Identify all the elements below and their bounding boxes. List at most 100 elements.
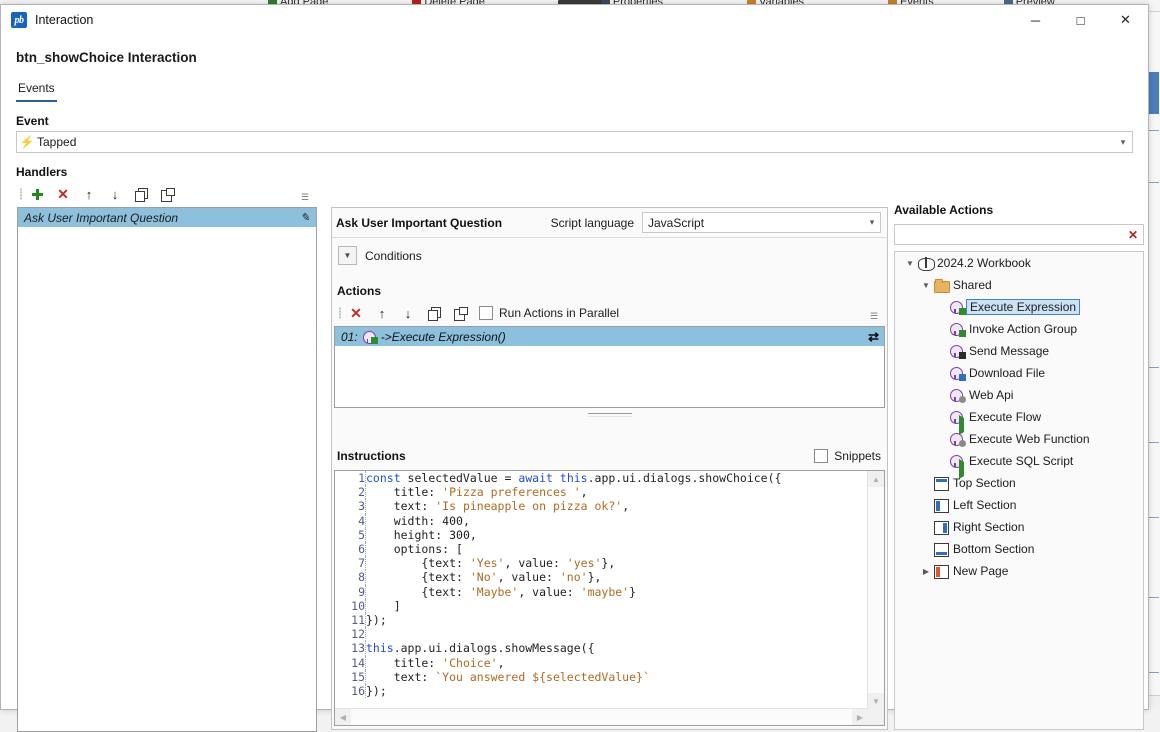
tree-item-execute-expression[interactable]: Execute Expression: [895, 296, 1143, 318]
clear-search-icon[interactable]: ✕: [1123, 228, 1143, 242]
tree-item-shared[interactable]: ▼Shared: [895, 274, 1143, 296]
run-actions-in-parallel-checkbox[interactable]: Run Actions in Parallel: [479, 306, 619, 320]
background-scrollbar-marker: [1148, 517, 1159, 518]
background-scrollbar-marker: [1148, 182, 1159, 183]
event-dropdown[interactable]: ⚡ Tapped ▾: [16, 131, 1133, 153]
actions-toolbar: ✕ ↑ ↓ Run Actions in Parallel: [336, 302, 619, 324]
swap-action-icon[interactable]: ⇄: [868, 329, 879, 345]
move-action-down-button[interactable]: ↓: [395, 302, 421, 324]
move-handler-up-button[interactable]: ↑: [76, 183, 102, 205]
handlers-toolbar-overflow-button[interactable]: ☰: [296, 183, 314, 205]
tree-item-label: Bottom Section: [953, 542, 1034, 556]
code-editor-vertical-scrollbar[interactable]: ▲ ▼: [867, 471, 884, 709]
line-source[interactable]: title: 'Choice',: [366, 656, 782, 670]
background-scrollbar-marker: [1148, 672, 1159, 673]
tree-item-2024-2-workbook[interactable]: ▼2024.2 Workbook: [895, 252, 1143, 274]
plus-icon: [32, 189, 43, 200]
action-list-item[interactable]: 01: ->Execute Expression() ⇄: [335, 327, 884, 346]
tree-item-invoke-action-group[interactable]: Invoke Action Group: [895, 318, 1143, 340]
tree-expander-icon[interactable]: ▶: [919, 567, 933, 576]
pencil-icon[interactable]: ✎: [298, 211, 312, 224]
conditions-expander-icon[interactable]: ▼: [338, 246, 357, 265]
line-number: 13: [335, 641, 366, 655]
code-token: , value:: [518, 585, 580, 599]
code-token: {text:: [366, 556, 470, 570]
handler-detail-header: Ask User Important Question Script langu…: [332, 208, 887, 238]
line-source[interactable]: height: 300,: [366, 528, 782, 542]
conditions-section[interactable]: ▼ Conditions: [338, 246, 422, 265]
line-source[interactable]: {text: 'Maybe', value: 'maybe'}: [366, 585, 782, 599]
tree-item-right-section[interactable]: Right Section: [895, 516, 1143, 538]
line-source[interactable]: text: `You answered ${selectedValue}`: [366, 670, 782, 684]
tab-events[interactable]: Events: [16, 81, 57, 102]
line-source[interactable]: width: 400,: [366, 514, 782, 528]
chevron-down-icon[interactable]: ▾: [1114, 137, 1132, 148]
minimize-button[interactable]: ─: [1013, 5, 1058, 35]
tree-item-execute-sql-script[interactable]: Execute SQL Script: [895, 450, 1143, 472]
move-action-up-button[interactable]: ↑: [369, 302, 395, 324]
code-line: 10 ]: [335, 599, 781, 613]
copy-action-button[interactable]: [421, 302, 447, 324]
line-source[interactable]: [366, 627, 782, 641]
tree-item-top-section[interactable]: Top Section: [895, 472, 1143, 494]
close-button[interactable]: ✕: [1103, 5, 1148, 35]
line-source[interactable]: options: [: [366, 542, 782, 556]
handler-list-item[interactable]: Ask User Important Question ✎: [18, 208, 316, 227]
line-source[interactable]: title: 'Pizza preferences ',: [366, 485, 782, 499]
tree-item-execute-web-function[interactable]: Execute Web Function: [895, 428, 1143, 450]
code-editor-horizontal-scrollbar[interactable]: ◀ ▶: [335, 708, 868, 725]
tree-expander-icon[interactable]: ▼: [903, 259, 917, 268]
scroll-up-button[interactable]: ▲: [868, 471, 884, 487]
tree-item-new-page[interactable]: ▶New Page: [895, 560, 1143, 582]
actions-list[interactable]: 01: ->Execute Expression() ⇄: [334, 326, 885, 408]
delete-action-button[interactable]: ✕: [343, 302, 369, 324]
scroll-down-button[interactable]: ▼: [868, 693, 884, 709]
snippets-checkbox[interactable]: Snippets: [814, 449, 881, 463]
window-body: btn_showChoice Interaction Events Event …: [1, 35, 1148, 708]
available-actions-label: Available Actions: [894, 203, 993, 217]
tree-item-web-api[interactable]: Web Api: [895, 384, 1143, 406]
line-source[interactable]: {text: 'No', value: 'no'},: [366, 570, 782, 584]
code-editor[interactable]: 1const selectedValue = await this.app.ui…: [334, 470, 885, 726]
line-source[interactable]: {text: 'Yes', value: 'yes'},: [366, 556, 782, 570]
paste-icon: [161, 188, 173, 200]
actions-toolbar-overflow-button[interactable]: ☰: [865, 302, 883, 324]
line-source[interactable]: });: [366, 684, 782, 698]
search-input[interactable]: [895, 225, 1123, 244]
handlers-list[interactable]: Ask User Important Question ✎: [17, 207, 317, 732]
line-source[interactable]: ]: [366, 599, 782, 613]
tree-item-bottom-section[interactable]: Bottom Section: [895, 538, 1143, 560]
tree-item-left-section[interactable]: Left Section: [895, 494, 1143, 516]
tree-expander-icon[interactable]: ▼: [919, 281, 933, 290]
line-source[interactable]: const selectedValue = await this.app.ui.…: [366, 471, 782, 485]
code-editor-text-area[interactable]: 1const selectedValue = await this.app.ui…: [335, 471, 868, 709]
paste-icon: [454, 307, 466, 319]
script-language-dropdown[interactable]: JavaScript ▾: [642, 212, 881, 233]
background-scrollbar-thumb[interactable]: [1148, 72, 1159, 114]
code-token: .app.ui.dialogs.showChoice({: [588, 471, 782, 485]
scroll-right-button[interactable]: ▶: [852, 709, 868, 725]
scroll-left-button[interactable]: ◀: [335, 709, 351, 725]
add-handler-button[interactable]: [24, 183, 50, 205]
available-actions-tree[interactable]: ▼2024.2 Workbook▼SharedExecute Expressio…: [894, 251, 1144, 730]
line-source[interactable]: this.app.ui.dialogs.showMessage({: [366, 641, 782, 655]
tree-item-execute-flow[interactable]: Execute Flow: [895, 406, 1143, 428]
toolbar-grip[interactable]: [336, 302, 343, 324]
available-actions-search[interactable]: ✕: [894, 224, 1144, 245]
move-handler-down-button[interactable]: ↓: [102, 183, 128, 205]
paste-handler-button[interactable]: [154, 183, 180, 205]
code-token: ]: [366, 599, 401, 613]
panel-splitter[interactable]: [334, 411, 885, 418]
copy-handler-button[interactable]: [128, 183, 154, 205]
toolbar-grip[interactable]: [17, 183, 24, 205]
code-token: 'Maybe': [470, 585, 518, 599]
line-source[interactable]: });: [366, 613, 782, 627]
tree-item-download-file[interactable]: Download File: [895, 362, 1143, 384]
download-file-icon: [949, 366, 966, 381]
line-source[interactable]: text: 'Is pineapple on pizza ok?',: [366, 499, 782, 513]
maximize-button[interactable]: □: [1058, 5, 1103, 35]
chevron-down-icon[interactable]: ▾: [864, 217, 880, 228]
paste-action-button[interactable]: [447, 302, 473, 324]
tree-item-send-message[interactable]: Send Message: [895, 340, 1143, 362]
delete-handler-button[interactable]: ✕: [50, 183, 76, 205]
